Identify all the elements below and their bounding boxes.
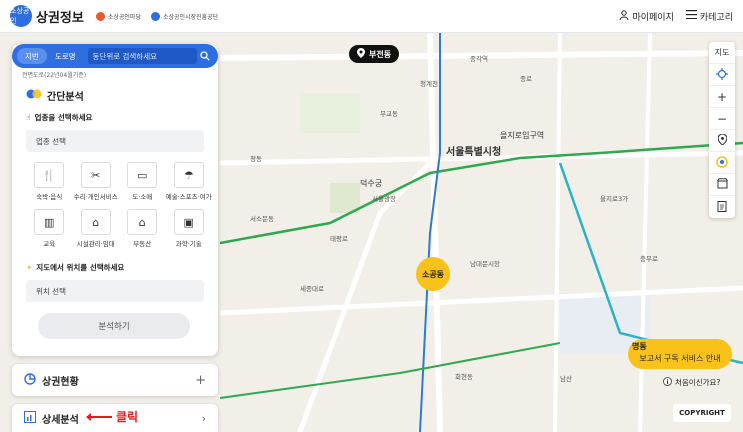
click-annotation: 클릭 (86, 408, 138, 425)
category-education[interactable]: ▥ 교육 (26, 209, 73, 248)
realestate-icon: ⌂ (127, 209, 158, 235)
analyze-button[interactable]: 분석하기 (38, 313, 190, 339)
art-sports-icon: ☂ (173, 162, 204, 188)
category-science[interactable]: ▣ 과학·기술 (166, 209, 213, 248)
tools-icon: ✂ (80, 162, 111, 188)
chevron-right-icon: › (201, 411, 206, 425)
map-label: 을지로3가 (600, 195, 629, 203)
map-label: 정동 (250, 155, 262, 163)
category-realestate[interactable]: ⌂ 부동산 (119, 209, 166, 248)
book-icon: ▥ (34, 209, 65, 235)
category-art-sports[interactable]: ☂ 예술·스포츠·여가 (166, 162, 213, 201)
search-icon[interactable] (197, 48, 213, 64)
copyright-badge: COPYRIGHT (673, 404, 731, 422)
map-type-button[interactable]: 지도 (709, 42, 735, 64)
map-label: 남대문시장 (470, 260, 500, 268)
industry-select[interactable]: 업종 선택 (26, 130, 204, 152)
map-label: 서소문동 (250, 215, 274, 223)
bar-chart-icon (24, 410, 36, 426)
partner-semas[interactable]: 소상공인시장진흥공단 (150, 11, 218, 21)
locate-button[interactable] (709, 64, 735, 86)
dong-marker-sogong[interactable]: 소공동 (416, 257, 450, 291)
tab-jibun[interactable]: 지번 (17, 48, 47, 64)
industry-subtitle: ☝ 업종을 선택하세요 (26, 113, 93, 122)
date-note: 전면도로(22년04월기준) (22, 72, 87, 79)
partner-sosang-madang[interactable]: 소상공인마당 (95, 11, 141, 21)
marker-button[interactable] (709, 130, 735, 152)
location-select[interactable]: 위치 선택 (26, 280, 204, 302)
hamburger-icon (685, 10, 697, 22)
arrow-left-icon (86, 412, 112, 421)
print-button[interactable] (709, 196, 735, 218)
save-button[interactable] (709, 174, 735, 196)
roadview-icon (716, 155, 728, 170)
analysis-circles-icon (26, 89, 42, 102)
map-toolbar: 지도 + − (709, 42, 735, 218)
zoom-in-button[interactable]: + (709, 86, 735, 108)
shop-icon: ▭ (127, 162, 158, 188)
info-icon (663, 377, 672, 388)
location-subtitle: ✦ 지도에서 위치를 선택하세요 (26, 263, 125, 272)
category-repair-service[interactable]: ✂ 수리·개인서비스 (73, 162, 120, 201)
map-label: 종로 (520, 75, 532, 83)
map-label: 을지로입구역 (500, 131, 545, 140)
category-menu[interactable]: 카테고리 (685, 10, 733, 23)
category-lodging-food[interactable]: 🍴 숙박·음식 (26, 162, 73, 201)
analysis-panel: 지번 도로명 전면도로(22년04월기준) 간단분석 ☝ 업종을 선택하세요 업… (12, 44, 218, 356)
pin-icon (357, 48, 365, 60)
sparkle-icon: ✦ (26, 263, 33, 272)
map-pin-icon (717, 133, 727, 147)
map-label: 청계천 (420, 80, 438, 88)
mypage-link[interactable]: 마이페이지 (619, 9, 674, 23)
category-retail[interactable]: ▭ 도·소매 (119, 162, 166, 201)
map-label: 무교동 (380, 110, 398, 118)
status-panel-header[interactable]: 상권현황 + (12, 364, 218, 396)
map-label: 덕수궁 (360, 179, 383, 188)
map-label: 종각역 (470, 55, 488, 63)
pie-chart-icon (24, 372, 36, 388)
crosshair-icon (716, 67, 728, 82)
tab-road-name[interactable]: 도로명 (47, 48, 84, 64)
map-label: 세종대로 (300, 285, 324, 293)
search-input[interactable] (87, 48, 197, 64)
dong-marker-myeongdong[interactable]: 명동 (632, 341, 647, 352)
brand-logo[interactable]: 소상공인 (10, 5, 32, 27)
store-icon (716, 178, 728, 191)
first-time-help[interactable]: 처음이신가요? (663, 377, 720, 388)
category-grid: 🍴 숙박·음식 ✂ 수리·개인서비스 ▭ 도·소매 ☂ 예술·스포츠·여가 ▥ … (26, 162, 212, 248)
location-pill[interactable]: 부전동 (349, 45, 400, 63)
hand-pointer-icon: ☝ (26, 113, 31, 122)
science-icon: ▣ (173, 209, 204, 235)
category-facility[interactable]: ⌂ 시설관리·임대 (73, 209, 120, 248)
fork-knife-icon: 🍴 (34, 162, 65, 188)
top-header: 소상공인 상권정보 소상공인마당 소상공인시장진흥공단 마이페이지 카테고리 (0, 0, 743, 33)
facility-icon: ⌂ (80, 209, 111, 235)
user-icon (619, 9, 629, 23)
map-label: 회현동 (455, 373, 473, 381)
search-bar: 지번 도로명 (12, 44, 218, 68)
roadview-button[interactable] (709, 152, 735, 174)
plus-icon: + (195, 372, 206, 388)
map-label: 서울광장 (372, 195, 396, 203)
map-label: 태평로 (330, 235, 348, 243)
simple-analysis-title: 간단분석 (26, 88, 84, 103)
map-label: 서울특별시청 (446, 147, 502, 158)
map-label: 충무로 (640, 255, 658, 263)
partner-logo-icon (95, 11, 105, 21)
map-label: 남산 (560, 375, 572, 383)
zoom-out-button[interactable]: − (709, 108, 735, 130)
document-icon (717, 200, 727, 214)
partner-logo-icon (150, 11, 160, 21)
brand-title[interactable]: 상권정보 (36, 7, 84, 26)
